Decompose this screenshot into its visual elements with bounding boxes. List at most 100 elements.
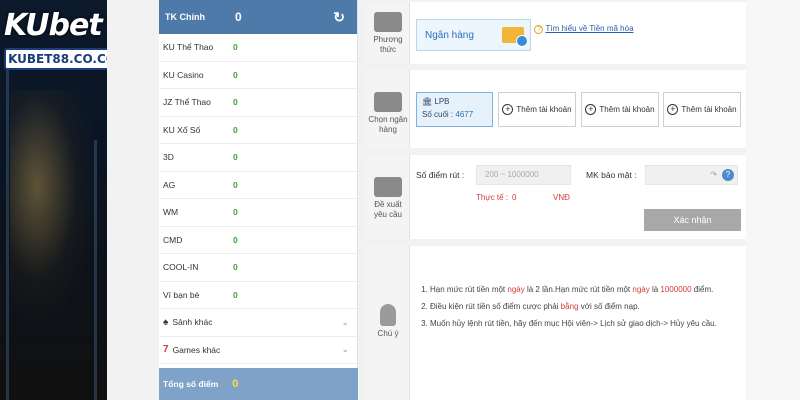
method-side-label: Phương thức [368, 12, 408, 55]
amount-input[interactable]: 200 ~ 1000000 [476, 165, 571, 185]
actual-value: 0 [512, 193, 517, 202]
account-row[interactable]: 3D 0 [159, 144, 357, 172]
last-digits-value: 4677 [455, 110, 474, 119]
other-games-label: Games khác [172, 344, 221, 355]
method-section: Phương thức Ngân hàng ? Tìm hiểu về Tiền … [366, 2, 746, 64]
account-row-label: KU Casino [163, 69, 204, 80]
other-games-item[interactable]: 7 Games khác ⌄ [159, 337, 357, 364]
note-text: là [649, 285, 661, 294]
account-row-value: 0 [233, 262, 238, 273]
bank-account-card[interactable]: 🏛 LPB Số cuối : 4677 [416, 92, 493, 127]
total-points-label: Tổng số điểm [163, 379, 219, 389]
add-account-button[interactable]: + Thêm tài khoản [498, 92, 576, 127]
note-text: ngày [507, 285, 525, 294]
account-list: TK Chính 0 ↻ KU Thể Thao 0 KU Casino 0 JZ Th… [159, 0, 358, 400]
account-row-label: CMD [163, 234, 183, 245]
lightbulb-icon [380, 304, 396, 326]
account-row-value: 0 [233, 207, 238, 218]
note-item: Muốn hủy lệnh rút tiền, hãy đến mục Hội … [430, 318, 738, 330]
form-icon [374, 177, 402, 197]
account-row-label: JZ Thể Thao [163, 97, 211, 108]
bank-method-label: Ngân hàng [425, 29, 474, 41]
eye-off-icon[interactable]: ↷ [710, 166, 717, 184]
note-text: điểm. [691, 285, 714, 294]
bank-method-option[interactable]: Ngân hàng [416, 19, 531, 51]
account-row[interactable]: CMD 0 [159, 227, 357, 254]
notes-list: Hạn mức rút tiền một ngày là 2 lần.Hạn m… [418, 284, 738, 335]
note-text: là 2 lần.Hạn mức rút tiền một [524, 285, 633, 294]
account-row[interactable]: KU Xổ Số 0 [159, 117, 357, 144]
account-row[interactable]: JZ Thể Thao 0 [159, 89, 357, 117]
main-account-header: TK Chính 0 ↻ [159, 0, 357, 34]
account-row[interactable]: KU Casino 0 [159, 62, 357, 89]
request-side-label: Đề xuất yêu cầu [368, 177, 408, 220]
account-row-value: 0 [233, 69, 238, 80]
amount-label: Số điểm rút : [416, 170, 465, 180]
notes-side-label: Chú ý [368, 304, 408, 339]
other-halls-item[interactable]: ♠ Sảnh khác ⌄ [159, 309, 357, 337]
account-row[interactable]: WM 0 [159, 199, 357, 227]
chevron-down-icon: ⌄ [341, 316, 349, 327]
note-text: với số điểm nạp. [578, 302, 640, 311]
account-row-value: 0 [233, 124, 238, 135]
main-account-amount: 0 [235, 10, 242, 24]
note-text: Hạn mức rút tiền một [430, 285, 508, 294]
total-points-bar: Tổng số điểm 0 [159, 368, 358, 400]
password-input[interactable]: ↷ ? [645, 165, 738, 185]
wallet-icon [374, 92, 402, 112]
refresh-icon[interactable]: ↻ [333, 9, 345, 26]
note-text: 1000000 [660, 285, 692, 294]
account-row[interactable]: AG 0 [159, 172, 357, 199]
spade-icon: ♠ [163, 316, 169, 328]
other-halls-label: Sảnh khác [172, 317, 213, 328]
question-icon: ? [534, 25, 544, 34]
currency-label: VNĐ [553, 193, 570, 202]
account-row-value: 0 [233, 152, 238, 163]
banner-glow [10, 90, 100, 330]
account-row-label: KU Thể Thao [163, 42, 214, 53]
note-text: Muốn hủy lệnh rút tiền, hãy đến mục Hội … [430, 319, 717, 328]
crypto-help-link[interactable]: ? Tìm hiểu về Tiền mã hóa [534, 24, 634, 34]
plus-icon: + [667, 104, 679, 115]
add-account-button[interactable]: + Thêm tài khoản [663, 92, 741, 127]
note-text: bằng [560, 302, 579, 311]
add-account-button[interactable]: + Thêm tài khoản [581, 92, 659, 127]
seven-icon: 7 [163, 344, 169, 356]
account-row[interactable]: COOL-IN 0 [159, 254, 357, 282]
account-row-label: WM [163, 207, 179, 218]
spacer [358, 0, 366, 400]
note-item: Hạn mức rút tiền một ngày là 2 lần.Hạn m… [430, 284, 738, 296]
confirm-button[interactable]: Xác nhận [644, 209, 741, 231]
password-label: MK bảo mật : [586, 170, 637, 180]
spacer [107, 0, 159, 400]
account-row-value: 0 [233, 234, 238, 245]
banner-stripe [94, 140, 97, 400]
bank-card-icon [502, 27, 528, 47]
banner-stripe [6, 60, 9, 400]
note-item: Điều kiện rút tiền số điểm cược phải bằn… [430, 301, 738, 313]
bank-icon: 🏛 [422, 97, 433, 106]
chevron-down-icon: ⌄ [341, 344, 349, 355]
account-row-value: 0 [233, 42, 238, 53]
account-row-value: 0 [233, 289, 238, 300]
bank-name: LPB [434, 97, 450, 106]
bank-select-side-label: Chọn ngân hàng [368, 92, 408, 135]
last-digits-label: Số cuối : [422, 110, 454, 119]
withdraw-panel: Phương thức Ngân hàng ? Tìm hiểu về Tiền … [366, 0, 746, 400]
account-row-value: 0 [233, 179, 238, 190]
account-row-label: COOL-IN [163, 262, 199, 273]
account-row-value: 0 [233, 97, 238, 108]
note-text: Điều kiện rút tiền số điểm cược phải [430, 302, 561, 311]
account-row-label: Ví bạn bè [163, 289, 200, 300]
help-icon[interactable]: ? [722, 169, 734, 181]
account-row-label: AG [163, 179, 176, 190]
total-points-value: 0 [232, 378, 239, 390]
account-row-label: 3D [163, 152, 174, 163]
spacer [746, 0, 800, 400]
account-row[interactable]: KU Thể Thao 0 [159, 34, 357, 62]
wallet-icon [374, 12, 402, 32]
account-row-label: KU Xổ Số [163, 124, 201, 135]
plus-icon: + [585, 104, 597, 115]
main-account-label: TK Chính [165, 12, 205, 22]
account-row[interactable]: Ví bạn bè 0 [159, 282, 357, 309]
